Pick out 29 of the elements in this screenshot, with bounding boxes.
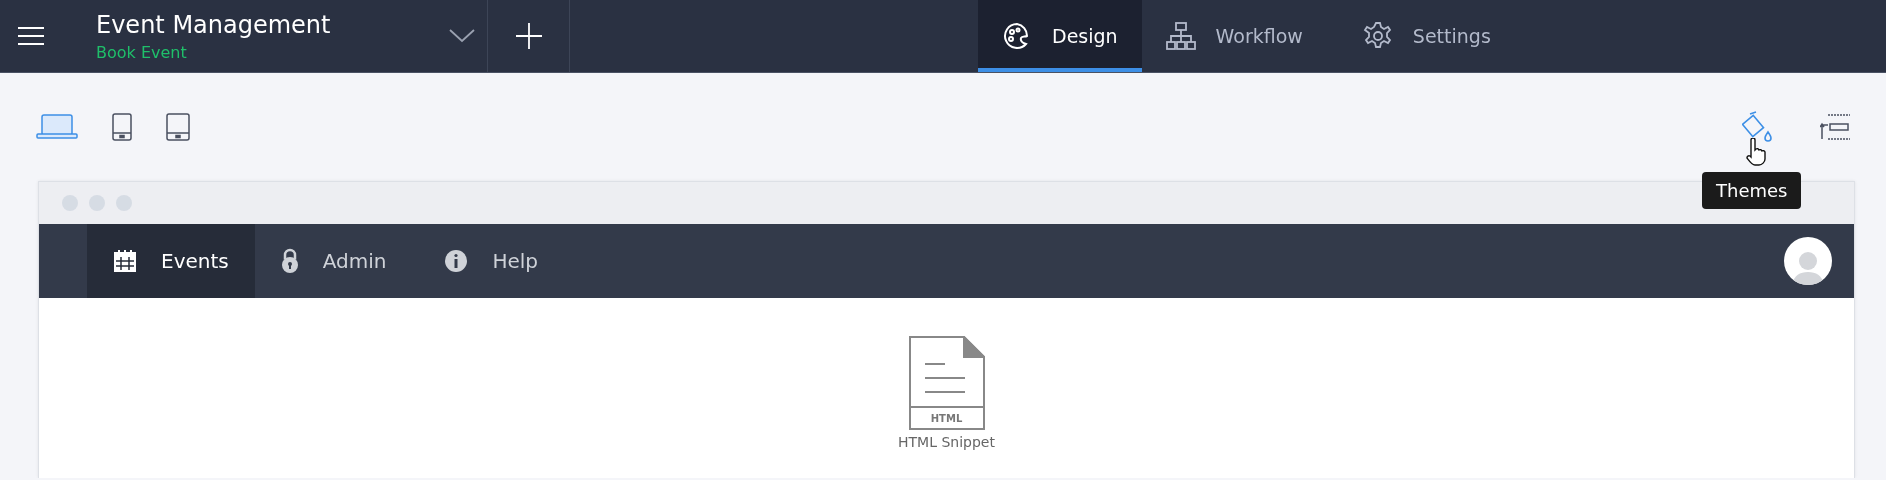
document-icon: [908, 336, 985, 430]
layout-button[interactable]: [1820, 113, 1850, 141]
app-menu-item[interactable]: Events: [87, 224, 255, 298]
layout-icon: [1820, 113, 1850, 141]
phone-view-button[interactable]: [112, 113, 132, 141]
nav-tab[interactable]: Design: [978, 0, 1142, 72]
snippet-label: HTML Snippet: [898, 434, 995, 450]
settings-icon: [1362, 21, 1393, 51]
laptop-icon: [36, 114, 78, 140]
app-menu-item[interactable]: Help: [418, 224, 565, 298]
pointer-hand-icon: [1744, 138, 1768, 166]
file-type-label: HTML: [929, 413, 964, 424]
plus-icon: [515, 23, 542, 49]
app-menu-item[interactable]: Admin: [254, 224, 413, 298]
info-icon: [444, 249, 469, 273]
calendar-icon: [113, 249, 137, 273]
lock-icon: [280, 248, 299, 274]
app-title: Event Management: [96, 10, 332, 39]
nav-tab[interactable]: Settings: [1338, 0, 1515, 72]
chevron-down-icon: [448, 29, 475, 43]
tablet-view-button[interactable]: [166, 113, 190, 141]
menu-icon: [18, 27, 44, 45]
tablet-icon: [166, 113, 190, 141]
avatar[interactable]: [1784, 237, 1832, 285]
nav-tab[interactable]: Workflow: [1141, 0, 1327, 72]
tooltip: Themes: [1702, 172, 1802, 209]
hierarchy-icon: [1165, 21, 1196, 51]
phone-icon: [112, 113, 132, 141]
form-name: Book Event: [96, 42, 188, 62]
